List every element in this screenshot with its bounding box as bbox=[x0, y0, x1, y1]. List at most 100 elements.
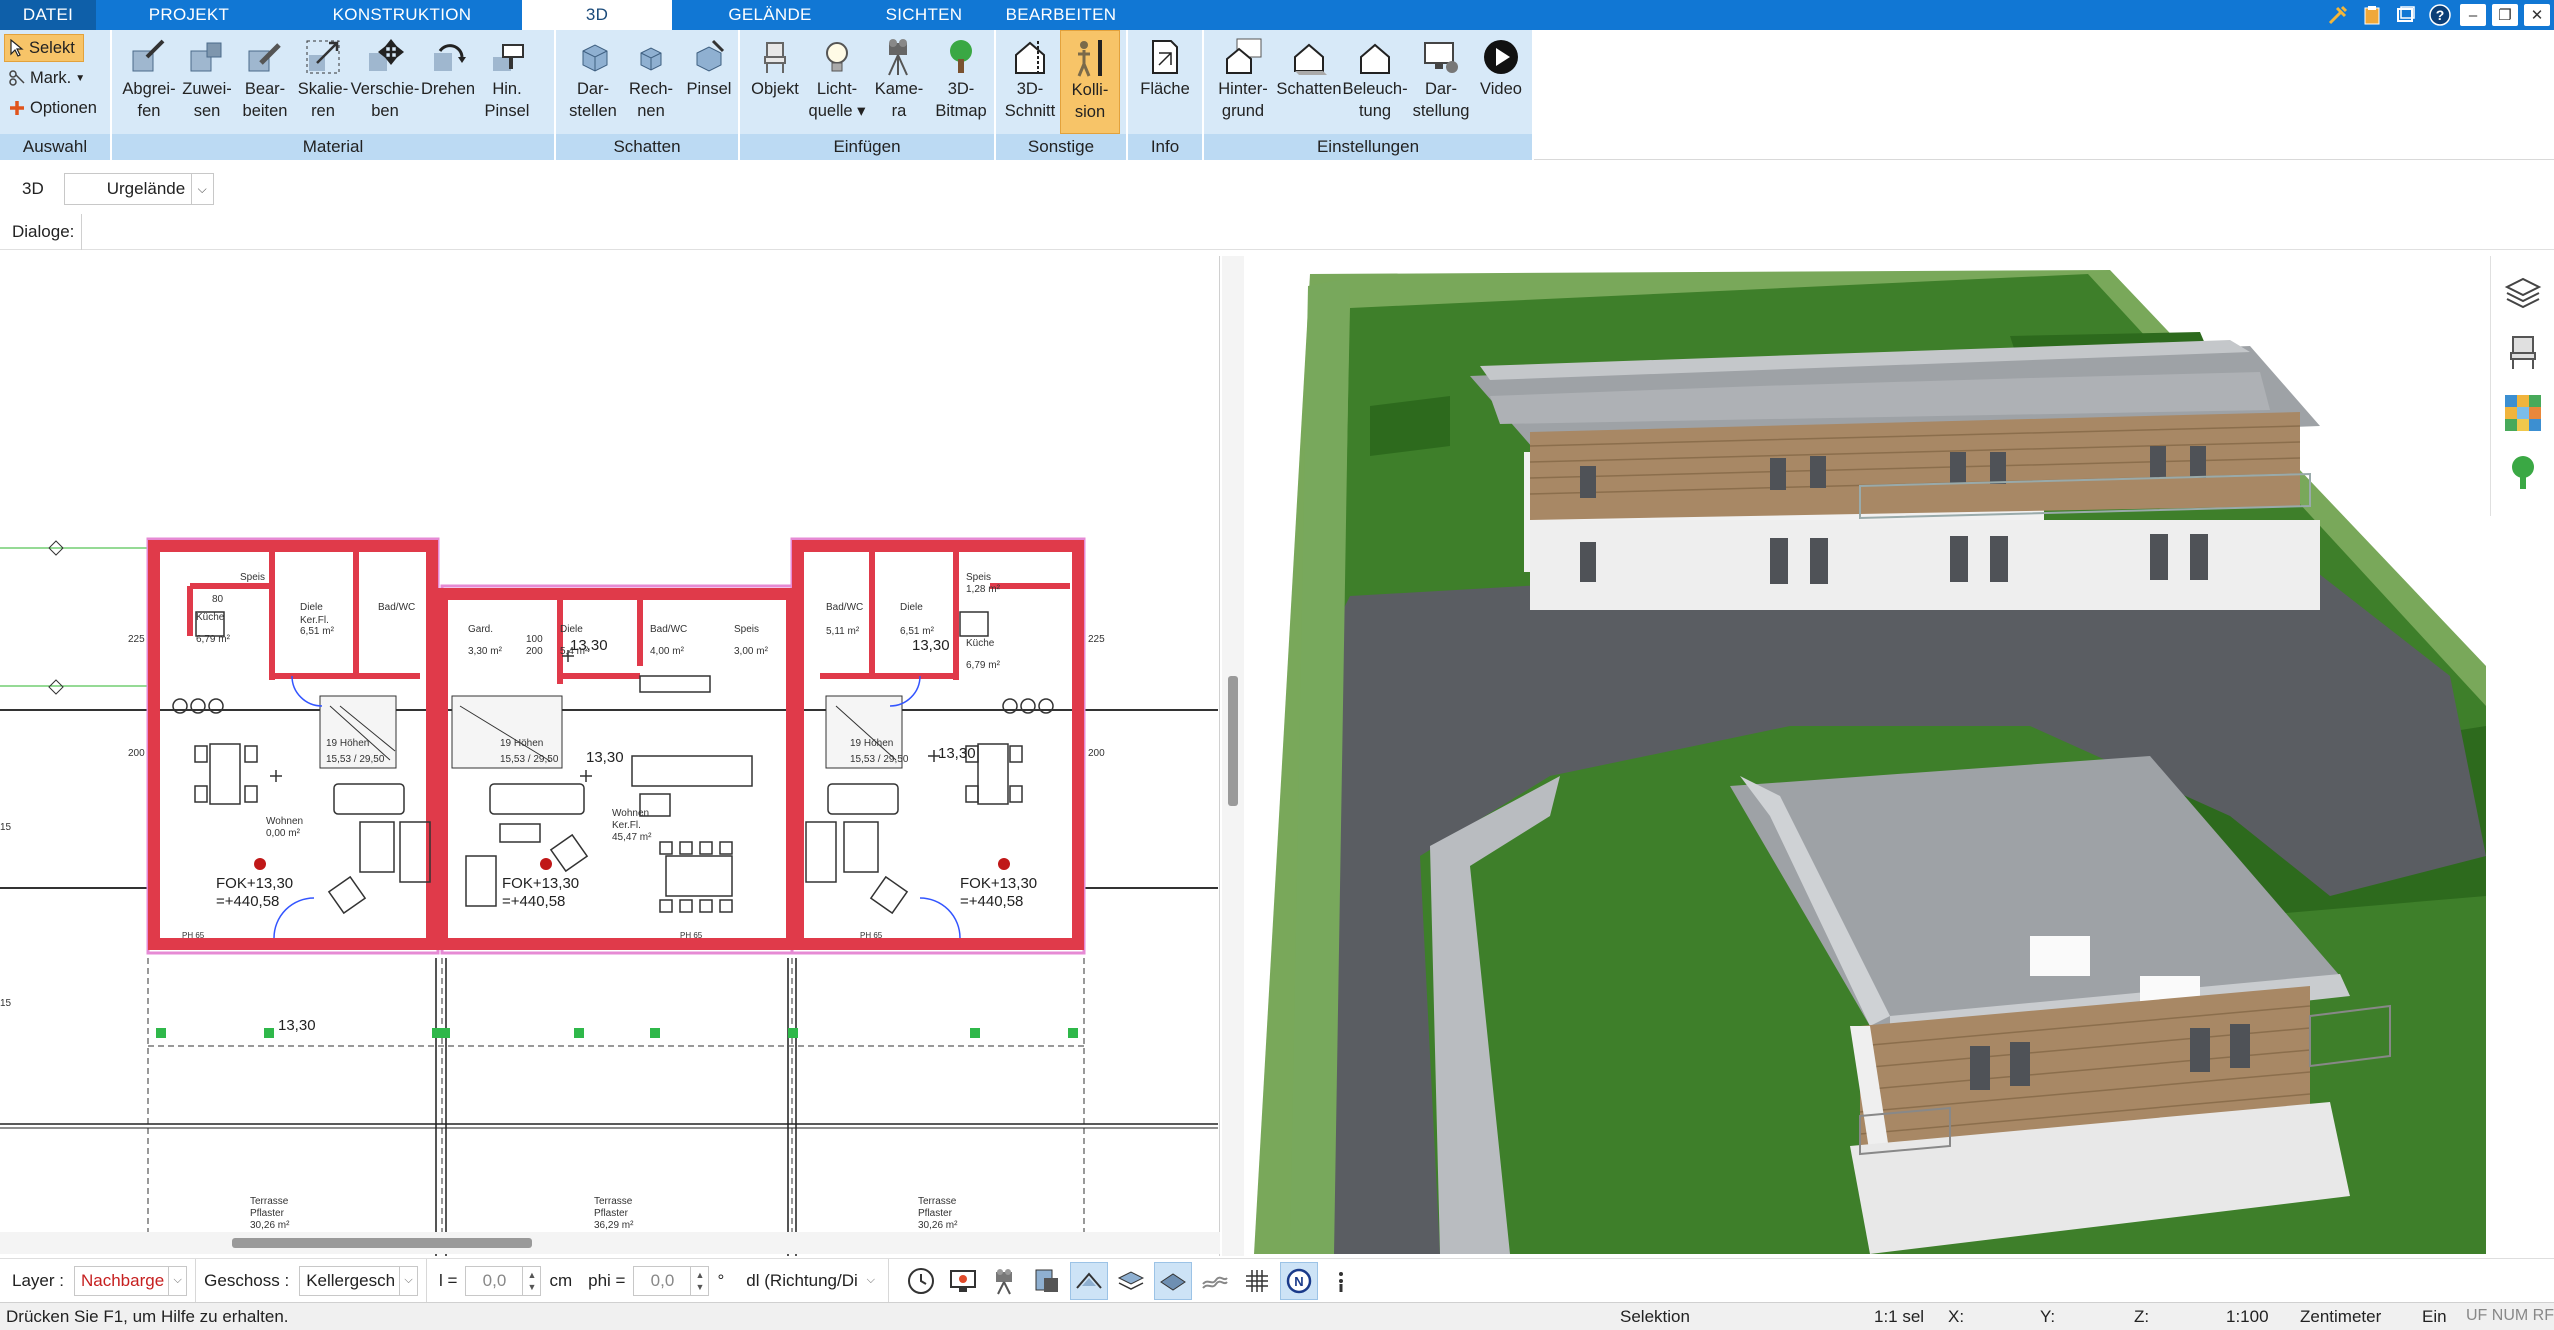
shadow-settings-button[interactable]: Schatten bbox=[1276, 30, 1342, 134]
layer-dropdown[interactable]: Nachbarge ⌵ bbox=[73, 1265, 188, 1296]
window-tile-icon[interactable] bbox=[2392, 2, 2420, 28]
fok-label: FOK+13,30 bbox=[502, 875, 579, 892]
brush-icon bbox=[485, 36, 529, 78]
fok-label: FOK+13,30 bbox=[216, 875, 293, 892]
section-3d-label: 3D- Schnitt bbox=[1004, 80, 1056, 120]
room-label: Bad/WC bbox=[650, 624, 687, 635]
fok-value: =+440,58 bbox=[960, 893, 1023, 910]
length-input[interactable]: 0,0 bbox=[465, 1265, 524, 1296]
geschoss-label: Geschoss : bbox=[204, 1270, 290, 1290]
help-icon[interactable]: ? bbox=[2426, 2, 2454, 28]
chair-icon bbox=[753, 36, 797, 78]
insert-camera-button[interactable]: Kame- ra bbox=[868, 30, 930, 134]
monitor-gear-icon bbox=[1419, 36, 1463, 78]
insert-object-button[interactable]: Objekt bbox=[744, 30, 806, 134]
area-info-button[interactable]: Fläche bbox=[1134, 30, 1196, 134]
clipboard-icon[interactable] bbox=[2358, 2, 2386, 28]
room-label: Bad/WC bbox=[378, 602, 415, 613]
collision-button[interactable]: Kolli- sion bbox=[1060, 30, 1120, 134]
north-arrow-icon[interactable]: N bbox=[1279, 1261, 1318, 1300]
geschoss-value: Kellergesch bbox=[306, 1270, 396, 1290]
dimension-label: 15 bbox=[0, 822, 12, 833]
rotate-icon bbox=[426, 36, 470, 78]
tab-bearbeiten[interactable]: BEARBEITEN bbox=[980, 0, 1142, 30]
plant-catalog-icon[interactable] bbox=[2500, 450, 2546, 496]
options-button[interactable]: Optionen bbox=[4, 94, 106, 122]
insert-light-button[interactable]: Licht- quelle ▾ bbox=[806, 30, 868, 134]
tab-3d[interactable]: 3D bbox=[522, 0, 672, 30]
more-options-icon[interactable] bbox=[1322, 1262, 1360, 1300]
angle-spinner[interactable]: ▲ ▼ bbox=[691, 1265, 710, 1296]
tab-gelaende[interactable]: GELÄNDE bbox=[672, 0, 868, 30]
floor-plane-icon[interactable] bbox=[1153, 1261, 1192, 1300]
mark-icon bbox=[9, 70, 25, 86]
tab-datei[interactable]: DATEI bbox=[0, 0, 96, 30]
plan-horizontal-scrollbar[interactable] bbox=[0, 1232, 1220, 1254]
select-button[interactable]: Selekt bbox=[4, 34, 84, 62]
pick-material-button[interactable]: Abgrei- fen bbox=[120, 30, 178, 134]
geschoss-dropdown[interactable]: Kellergesch ⌵ bbox=[299, 1265, 419, 1296]
background-label: Hinter- grund bbox=[1218, 80, 1268, 120]
grid-icon[interactable] bbox=[1238, 1262, 1276, 1300]
room-label: Diele bbox=[300, 602, 323, 613]
material-palette-icon[interactable] bbox=[2500, 390, 2546, 436]
level-markers bbox=[254, 858, 1010, 870]
scrollbar-thumb[interactable] bbox=[232, 1238, 532, 1248]
terrace-label: Terrasse bbox=[250, 1196, 289, 1207]
monitor-icon[interactable] bbox=[944, 1262, 982, 1300]
minimize-button[interactable]: – bbox=[2460, 4, 2486, 26]
assign-material-button[interactable]: Zuwei- sen bbox=[178, 30, 236, 134]
layers-icon[interactable] bbox=[2500, 270, 2546, 316]
direction-dropdown[interactable]: dl (Richtung/Di ⌵ bbox=[740, 1266, 880, 1296]
room-label: Speis bbox=[734, 624, 759, 635]
move-material-button[interactable]: Verschie- ben bbox=[351, 30, 419, 134]
ribbon-group-auswahl: Selekt Mark. ▼ Optionen Auswahl bbox=[0, 30, 112, 160]
terrain-dropdown[interactable]: Urgelände ⌵ bbox=[63, 173, 214, 205]
lighting-button[interactable]: Beleuch- tung bbox=[1342, 30, 1408, 134]
length-section: l = 0,0 ▲ ▼ cm bbox=[427, 1259, 580, 1303]
scale-material-button[interactable]: Skalie- ren bbox=[294, 30, 352, 134]
show-shadow-button[interactable]: Dar- stellen bbox=[564, 30, 622, 134]
print-preview-icon[interactable] bbox=[1028, 1262, 1066, 1300]
edit-material-button[interactable]: Bear- beiten bbox=[236, 30, 294, 134]
clock-icon[interactable] bbox=[902, 1262, 940, 1300]
angle-input[interactable]: 0,0 bbox=[633, 1265, 692, 1296]
shadow-cube-icon bbox=[571, 36, 615, 78]
terrain-icon[interactable] bbox=[1196, 1262, 1234, 1300]
video-label: Video bbox=[1480, 80, 1522, 98]
plan-vertical-scrollbar[interactable] bbox=[1222, 256, 1244, 1256]
background-button[interactable]: Hinter- grund bbox=[1210, 30, 1276, 134]
furniture-catalog-icon[interactable] bbox=[2500, 330, 2546, 376]
room-area: 6,51 m² bbox=[300, 626, 335, 637]
group-label-material: Material bbox=[112, 134, 554, 160]
chevron-down-icon: ⌵ bbox=[190, 174, 213, 204]
mark-button[interactable]: Mark. ▼ bbox=[4, 64, 106, 92]
compute-shadow-button[interactable]: Rech- nen bbox=[622, 30, 680, 134]
display-settings-button[interactable]: Dar- stellung bbox=[1408, 30, 1474, 134]
roof-view-icon[interactable] bbox=[1069, 1261, 1108, 1300]
room-label: Speis bbox=[966, 572, 991, 583]
close-button[interactable]: ✕ bbox=[2524, 4, 2550, 26]
layers-stack-icon[interactable] bbox=[1112, 1262, 1150, 1300]
restore-button[interactable]: ❐ bbox=[2492, 4, 2518, 26]
ribbon-group-einfuegen: Objekt Licht- quelle ▾ Kame- ra 3D- Bitm… bbox=[740, 30, 996, 160]
tools-icon[interactable] bbox=[2324, 2, 2352, 28]
section-3d-button[interactable]: 3D- Schnitt bbox=[1000, 30, 1060, 134]
shadow-brush-button[interactable]: Pinsel bbox=[680, 30, 738, 134]
floor-plan-view[interactable]: Speis Küche 6,79 m² Diele Ker.Fl. 6,51 m… bbox=[0, 256, 1220, 1256]
rotate-material-button[interactable]: Drehen bbox=[418, 30, 478, 134]
camera-icon[interactable] bbox=[986, 1262, 1024, 1300]
room-label: Küche bbox=[196, 612, 225, 623]
video-button[interactable]: Video bbox=[1474, 30, 1528, 134]
length-spinner[interactable]: ▲ ▼ bbox=[523, 1265, 542, 1296]
3d-view[interactable] bbox=[1250, 256, 2486, 1254]
hint-brush-button[interactable]: Hin. Pinsel bbox=[478, 30, 536, 134]
cursor-arrow-icon bbox=[10, 39, 24, 57]
insert-bitmap-button[interactable]: 3D- Bitmap bbox=[930, 30, 992, 134]
tab-projekt[interactable]: PROJEKT bbox=[96, 0, 282, 30]
room-area: 6,51 m² bbox=[900, 626, 935, 637]
scrollbar-thumb[interactable] bbox=[1228, 676, 1238, 806]
tab-konstruktion[interactable]: KONSTRUKTION bbox=[282, 0, 522, 30]
tab-sichten[interactable]: SICHTEN bbox=[868, 0, 980, 30]
room-label: Ker.Fl. bbox=[612, 820, 641, 831]
